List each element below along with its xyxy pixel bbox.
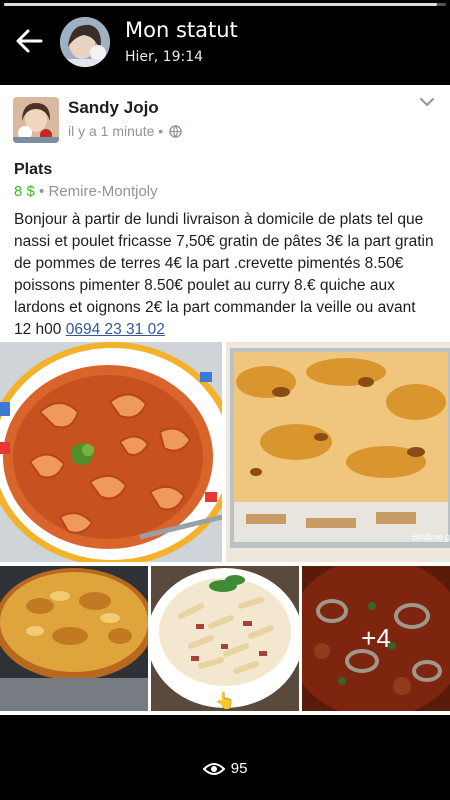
quiche-photo[interactable] [0,566,148,711]
pasta-gratin-photo[interactable]: 👆 [151,566,299,711]
product-title[interactable]: Plats [14,161,52,179]
status-title: Mon statut [125,18,238,42]
shrimp-curry-photo[interactable] [0,342,222,562]
back-arrow-icon[interactable] [14,26,44,56]
story-progress-fill [4,3,438,6]
view-count[interactable]: 95 [0,760,450,777]
author-avatar[interactable] [13,97,59,143]
product-location: • Remire-Montjoly [39,183,158,200]
post-author-name[interactable]: Sandy Jojo [68,98,159,118]
meta-separator: • [158,123,164,139]
pointing-hand-emoji: 👆 [215,691,235,710]
product-price: 8 $ [14,183,35,200]
more-photos-overlay[interactable]: +4 [302,566,450,711]
phone-link[interactable]: 0694 23 31 02 [66,321,165,338]
price-line: 8 $ • Remire-Montjoly [14,183,158,200]
globe-icon [169,125,182,138]
chevron-down-icon[interactable] [418,95,436,109]
post-meta: il y a 1 minute • [68,123,182,139]
watermark-text: Binôme g [412,532,450,542]
story-header: Mon statut Hier, 19:14 [0,8,450,78]
post-body: Bonjour à partir de lundi livraison à do… [14,211,434,338]
potato-gratin-photo[interactable]: Binôme g [226,342,450,562]
status-avatar[interactable] [60,17,110,67]
eye-icon [202,763,225,775]
fish-stew-photo[interactable]: +4 [302,566,450,711]
marketplace-post-card: Sandy Jojo il y a 1 minute • Plats 8 $ •… [0,85,450,715]
post-time: il y a 1 minute [68,123,155,139]
more-photos-count: +4 [361,623,391,653]
post-text: Bonjour à partir de lundi livraison à do… [14,209,434,341]
status-time: Hier, 19:14 [125,49,204,65]
story-progress-bar [4,3,446,6]
view-count-number: 95 [230,760,248,777]
